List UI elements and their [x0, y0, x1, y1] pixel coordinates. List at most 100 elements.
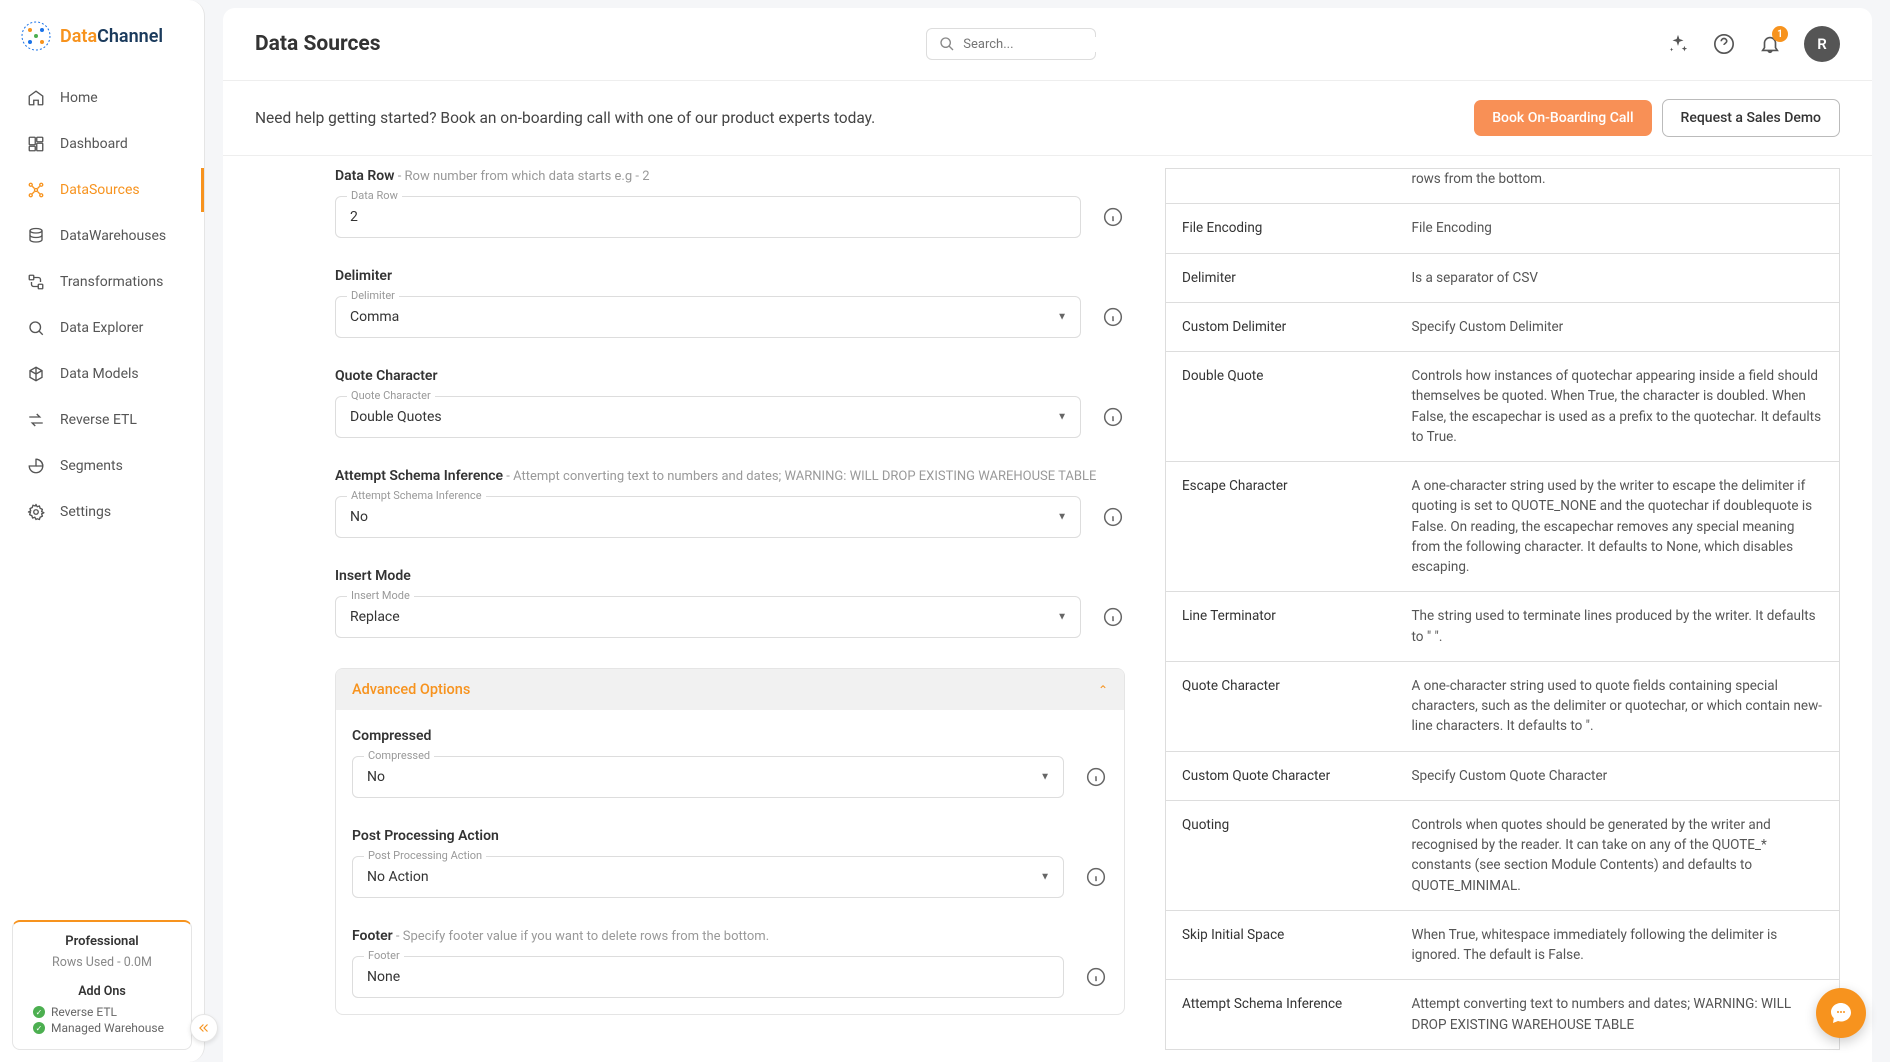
info-icon[interactable] [1101, 607, 1125, 627]
delimiter-select[interactable]: Comma▼ [335, 296, 1081, 338]
help-table-row: Double QuoteControls how instances of qu… [1166, 352, 1840, 462]
help-table-row: Custom DelimiterSpecify Custom Delimiter [1166, 302, 1840, 351]
floating-label: Post Processing Action [364, 849, 486, 862]
help-panel: rows from the bottom.File EncodingFile E… [1165, 168, 1840, 1050]
help-key: Line Terminator [1166, 592, 1396, 662]
onboard-text: Need help getting started? Book an on-bo… [255, 109, 1474, 127]
footer-input[interactable] [352, 956, 1064, 998]
sidebar-item-datawarehouses[interactable]: DataWarehouses [8, 214, 196, 258]
sidebar-collapse-button[interactable] [190, 1014, 218, 1042]
accordion-title: Advanced Options [352, 681, 470, 698]
transformations-icon [26, 272, 46, 292]
help-value: Specify Custom Quote Character [1396, 751, 1840, 800]
help-key: Custom Delimiter [1166, 302, 1396, 351]
floating-label: Insert Mode [347, 589, 414, 602]
sidebar-item-label: Data Explorer [60, 320, 143, 336]
plan-usage: Rows Used - 0.0M [25, 955, 179, 970]
schema-inference-label: Attempt Schema Inference - Attempt conve… [335, 468, 1125, 484]
help-table-row: DelimiterIs a separator of CSV [1166, 253, 1840, 302]
info-icon[interactable] [1084, 867, 1108, 887]
sidebar-item-label: Home [60, 90, 98, 106]
compressed-select[interactable]: No▼ [352, 756, 1064, 798]
info-icon[interactable] [1084, 767, 1108, 787]
help-key: Quote Character [1166, 661, 1396, 751]
check-icon: ✓ [33, 1006, 45, 1018]
plan-addon: ✓Managed Warehouse [25, 1021, 179, 1035]
quote-character-select[interactable]: Double Quotes▼ [335, 396, 1081, 438]
chevron-down-icon: ▼ [1040, 872, 1050, 883]
advanced-options-accordion[interactable]: Advanced Options ⌃ [336, 669, 1124, 710]
insert-mode-label: Insert Mode [335, 568, 1125, 584]
logo-icon [20, 20, 52, 52]
chevron-up-icon: ⌃ [1098, 683, 1108, 697]
sidebar-item-dataexplorer[interactable]: Data Explorer [8, 306, 196, 350]
info-icon[interactable] [1084, 967, 1108, 987]
models-icon [26, 364, 46, 384]
help-key: Custom Quote Character [1166, 751, 1396, 800]
help-table-row: rows from the bottom. [1166, 169, 1840, 204]
help-table-row: Custom Quote CharacterSpecify Custom Quo… [1166, 751, 1840, 800]
help-table-row: QuotingControls when quotes should be ge… [1166, 800, 1840, 910]
sidebar-item-transformations[interactable]: Transformations [8, 260, 196, 304]
notification-icon[interactable]: 1 [1758, 32, 1782, 56]
book-onboarding-button[interactable]: Book On-Boarding Call [1474, 100, 1651, 136]
sidebar-item-segments[interactable]: Segments [8, 444, 196, 488]
help-value: The string used to terminate lines produ… [1396, 592, 1840, 662]
chevron-down-icon: ▼ [1057, 412, 1067, 423]
sidebar-item-label: Settings [60, 504, 111, 520]
sidebar-item-dashboard[interactable]: Dashboard [8, 122, 196, 166]
search-input[interactable] [926, 28, 1096, 60]
delimiter-label: Delimiter [335, 268, 1125, 284]
floating-label: Quote Character [347, 389, 435, 402]
help-table-row: Escape CharacterA one-character string u… [1166, 462, 1840, 592]
sidebar-item-datasources[interactable]: DataSources [8, 168, 204, 212]
help-value: Controls how instances of quotechar appe… [1396, 352, 1840, 462]
info-icon[interactable] [1101, 507, 1125, 527]
help-value: Attempt converting text to numbers and d… [1396, 980, 1840, 1050]
request-demo-button[interactable]: Request a Sales Demo [1662, 99, 1840, 137]
chevron-down-icon: ▼ [1057, 612, 1067, 623]
data-row-label: Data Row - Row number from which data st… [335, 168, 1125, 184]
sidebar-item-home[interactable]: Home [8, 76, 196, 120]
data-row-input[interactable] [335, 196, 1081, 238]
logo[interactable]: DataChannel [0, 0, 204, 76]
post-processing-select[interactable]: No Action▼ [352, 856, 1064, 898]
help-key: Escape Character [1166, 462, 1396, 592]
search-icon [939, 36, 955, 52]
plan-addons-title: Add Ons [25, 984, 179, 999]
help-value: Is a separator of CSV [1396, 253, 1840, 302]
avatar[interactable]: R [1804, 26, 1840, 62]
help-key: Quoting [1166, 800, 1396, 910]
insert-mode-select[interactable]: Replace▼ [335, 596, 1081, 638]
datasources-icon [26, 180, 46, 200]
help-key [1166, 169, 1396, 204]
floating-label: Attempt Schema Inference [347, 489, 486, 502]
home-icon [26, 88, 46, 108]
sidebar-item-label: Reverse ETL [60, 412, 137, 428]
info-icon[interactable] [1101, 307, 1125, 327]
search-field[interactable] [963, 37, 1129, 52]
sidebar-item-datamodels[interactable]: Data Models [8, 352, 196, 396]
info-icon[interactable] [1101, 407, 1125, 427]
chat-fab[interactable] [1816, 988, 1866, 1038]
help-value: A one-character string used to quote fie… [1396, 661, 1840, 751]
explorer-icon [26, 318, 46, 338]
sparkle-icon[interactable] [1666, 32, 1690, 56]
sidebar-item-label: DataWarehouses [60, 228, 166, 244]
plan-addon: ✓Reverse ETL [25, 1005, 179, 1019]
help-key: Skip Initial Space [1166, 910, 1396, 980]
schema-inference-select[interactable]: No▼ [335, 496, 1081, 538]
plan-card: Professional Rows Used - 0.0M Add Ons ✓R… [12, 920, 192, 1050]
database-icon [26, 226, 46, 246]
sidebar-item-label: DataSources [60, 182, 140, 198]
sidebar-item-reverseetl[interactable]: Reverse ETL [8, 398, 196, 442]
notification-badge: 1 [1772, 26, 1788, 42]
sidebar-item-settings[interactable]: Settings [8, 490, 196, 534]
check-icon: ✓ [33, 1022, 45, 1034]
help-icon[interactable] [1712, 32, 1736, 56]
footer-label: Footer - Specify footer value if you wan… [352, 928, 1108, 944]
help-key: File Encoding [1166, 204, 1396, 253]
info-icon[interactable] [1101, 207, 1125, 227]
reverse-etl-icon [26, 410, 46, 430]
plan-title: Professional [25, 934, 179, 949]
